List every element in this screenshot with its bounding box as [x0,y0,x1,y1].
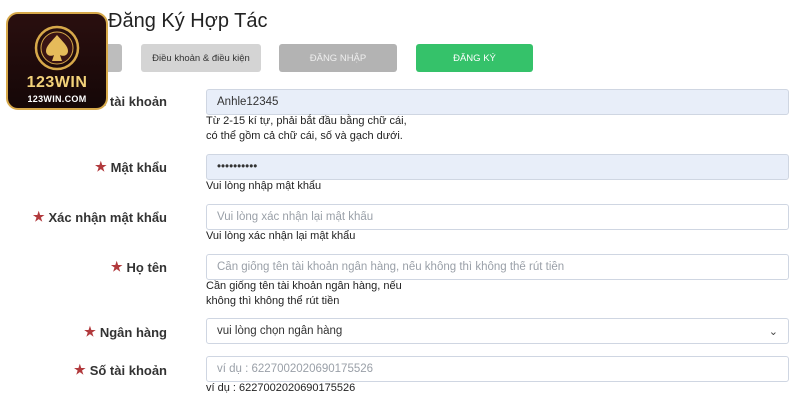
bank-selected-value: vui lòng chọn ngân hàng [217,325,343,337]
password-value: •••••••••• [217,161,258,173]
confirm-password-input[interactable] [217,211,778,223]
password-label-row: ★ Mật khẩu [95,159,167,175]
tab-terms-conditions[interactable]: Điều khoản & điều kiện [141,44,261,72]
chevron-down-icon[interactable]: ⌄ [769,325,778,338]
confirm-password-hint: Vui lòng xác nhận lại mật khẩu [206,230,356,242]
tab-login[interactable]: ĐĂNG NHẬP [279,44,397,72]
required-star-icon: ★ [110,259,123,274]
logo-brand-text: 123WIN [26,74,88,91]
required-star-icon: ★ [74,362,86,377]
username-value: Anhle12345 [217,96,279,108]
required-star-icon: ★ [84,324,96,339]
full-name-label-row: ★ Họ tên [111,259,167,275]
account-number-field[interactable] [206,356,789,382]
spade-emblem-icon [34,25,80,71]
full-name-hint-line2: không thì không thể rút tiền [206,295,340,307]
bank-label-row: ★ Ngân hàng [84,324,167,340]
account-number-label-row: ★ Số tài khoản [74,362,167,378]
required-star-icon: ★ [32,209,45,224]
confirm-password-label-row: ★ Xác nhận mật khẩu [33,209,167,225]
required-star-icon: ★ [95,159,107,174]
password-hint: Vui lòng nhập mật khẩu [206,180,322,192]
account-number-hint: ví dụ : 6227002020690175526 [206,382,356,394]
logo-url-text: 123WIN.COM [27,94,87,104]
full-name-hint-line1: Cần giống tên tài khoản ngân hàng, nếu [206,280,402,292]
username-hint-line2: có thể gồm cả chữ cái, số và gạch dưới. [206,130,403,142]
full-name-hint: Cần giống tên tài khoản ngân hàng, nếu k… [206,279,402,309]
bank-select[interactable]: vui lòng chọn ngân hàng ⌄ [206,318,789,344]
password-field[interactable]: •••••••••• [206,154,789,180]
confirm-password-label: Xác nhận mật khẩu [48,209,167,225]
full-name-input[interactable] [217,261,778,273]
account-number-input[interactable] [217,363,778,375]
bank-label: Ngân hàng [99,324,167,340]
tab-register[interactable]: ĐĂNG KÝ [416,44,533,72]
account-number-label: Số tài khoản [89,362,167,378]
username-hint: Từ 2-15 kí tự, phải bắt đầu bằng chữ cái… [206,114,407,144]
confirm-password-field[interactable] [206,204,789,230]
full-name-field[interactable] [206,254,789,280]
brand-logo: 123WIN 123WIN.COM [6,12,108,110]
full-name-label: Họ tên [126,259,167,275]
page-title: Đăng Ký Hợp Tác [108,10,268,32]
username-hint-line1: Từ 2-15 kí tự, phải bắt đầu bằng chữ cái… [206,115,407,127]
username-field[interactable]: Anhle12345 [206,89,789,115]
password-label: Mật khẩu [110,159,167,175]
